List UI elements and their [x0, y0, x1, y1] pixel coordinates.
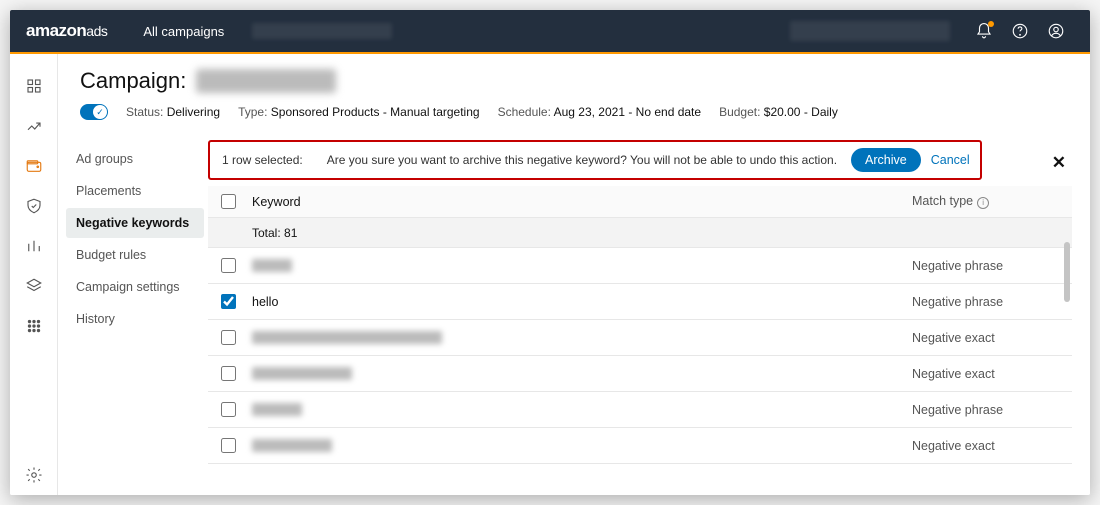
col-match-type[interactable]: Match typei: [912, 194, 1072, 209]
campaign-name-blur: [196, 69, 336, 93]
match-type-cell: Negative exact: [912, 439, 1072, 453]
select-all-checkbox[interactable]: [221, 194, 236, 209]
campaign-header: Campaign: Status: Delivering Type: Spons…: [58, 54, 1090, 128]
table-row: Negative exact: [208, 428, 1072, 464]
type-meta: Type: Sponsored Products - Manual target…: [238, 105, 480, 119]
tab-budget-rules[interactable]: Budget rules: [66, 240, 204, 270]
schedule-meta: Schedule: Aug 23, 2021 - No end date: [498, 105, 702, 119]
scrollbar[interactable]: [1064, 242, 1070, 302]
top-header: amazonads All campaigns: [10, 10, 1090, 54]
archive-button[interactable]: Archive: [851, 148, 921, 172]
all-campaigns-link[interactable]: All campaigns: [143, 24, 224, 39]
tab-history[interactable]: History: [66, 304, 204, 334]
header-blur: [252, 23, 392, 39]
confirm-message: Are you sure you want to archive this ne…: [327, 153, 837, 167]
tab-negative-keywords[interactable]: Negative keywords: [66, 208, 204, 238]
status-meta: Status: Delivering: [126, 105, 220, 119]
keyword-cell: [248, 367, 912, 380]
info-icon[interactable]: i: [977, 197, 989, 209]
row-checkbox[interactable]: [221, 402, 236, 417]
match-type-cell: Negative exact: [912, 367, 1072, 381]
cancel-button[interactable]: Cancel: [931, 153, 970, 167]
table-row: helloNegative phrase: [208, 284, 1072, 320]
table-row: Negative phrase: [208, 248, 1072, 284]
nav-rail: [10, 54, 58, 495]
tab-placements[interactable]: Placements: [66, 176, 204, 206]
keyword-cell: [248, 331, 912, 344]
match-type-cell: Negative phrase: [912, 295, 1072, 309]
campaign-title-prefix: Campaign:: [80, 68, 186, 94]
tab-campaign-settings[interactable]: Campaign settings: [66, 272, 204, 302]
table-row: Negative exact: [208, 356, 1072, 392]
chart-icon[interactable]: [18, 230, 50, 262]
budget-meta: Budget: $20.00 - Daily: [719, 105, 838, 119]
keyword-cell: hello: [248, 295, 912, 309]
archive-confirm-bar: 1 row selected: Are you sure you want to…: [208, 140, 982, 180]
keywords-table: Keyword Match typei Total: 81 Negative p…: [208, 186, 1072, 495]
account-blur: [790, 21, 950, 41]
grid-icon[interactable]: [18, 310, 50, 342]
dashboard-icon[interactable]: [18, 70, 50, 102]
match-type-cell: Negative phrase: [912, 403, 1072, 417]
keyword-cell: [248, 439, 912, 452]
keyword-cell: [248, 403, 912, 416]
logo[interactable]: amazonads: [26, 21, 109, 41]
trend-icon[interactable]: [18, 110, 50, 142]
bell-icon[interactable]: [974, 21, 994, 41]
match-type-cell: Negative phrase: [912, 259, 1072, 273]
row-checkbox[interactable]: [221, 294, 236, 309]
row-checkbox[interactable]: [221, 366, 236, 381]
close-icon[interactable]: ✕: [1052, 153, 1066, 173]
row-checkbox[interactable]: [221, 330, 236, 345]
keyword-cell: [248, 259, 912, 272]
table-header: Keyword Match typei: [208, 186, 1072, 218]
total-row: Total: 81: [208, 218, 1072, 248]
user-icon[interactable]: [1046, 21, 1066, 41]
row-checkbox[interactable]: [221, 438, 236, 453]
rows-selected-label: 1 row selected:: [222, 153, 303, 167]
notification-dot: [988, 21, 994, 27]
status-toggle[interactable]: [80, 104, 108, 120]
campaign-tabs: Ad groups Placements Negative keywords B…: [58, 128, 204, 495]
tab-ad-groups[interactable]: Ad groups: [66, 144, 204, 174]
row-checkbox[interactable]: [221, 258, 236, 273]
col-keyword[interactable]: Keyword: [248, 195, 912, 209]
shield-icon[interactable]: [18, 190, 50, 222]
match-type-cell: Negative exact: [912, 331, 1072, 345]
logo-sub: ads: [86, 23, 107, 39]
gear-icon[interactable]: [18, 459, 50, 491]
logo-main: amazon: [26, 21, 86, 40]
table-row: Negative phrase: [208, 392, 1072, 428]
help-icon[interactable]: [1010, 21, 1030, 41]
table-row: Negative exact: [208, 320, 1072, 356]
wallet-icon[interactable]: [18, 150, 50, 182]
layers-icon[interactable]: [18, 270, 50, 302]
